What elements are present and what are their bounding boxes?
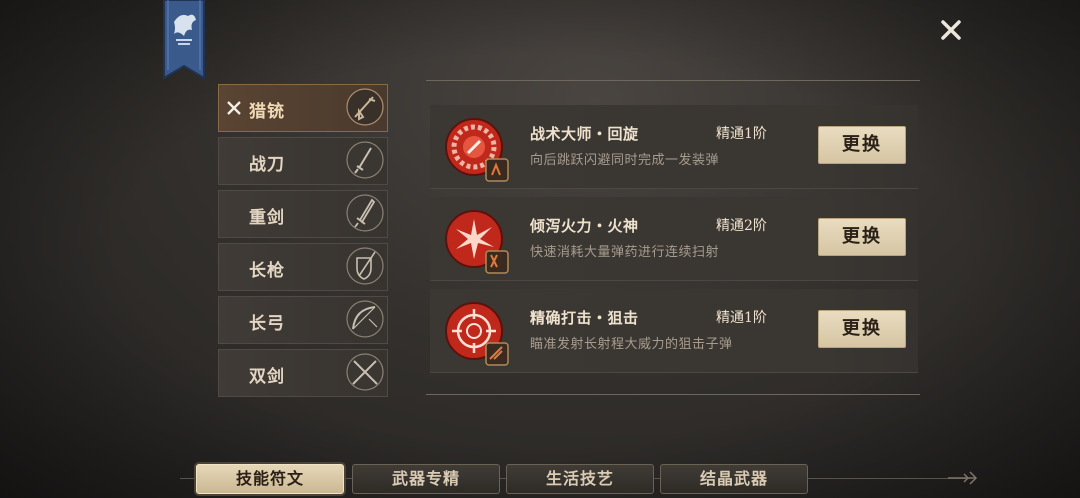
gear-skill-icon [445, 118, 509, 182]
skill-name: 精确打击・狙击 [530, 309, 639, 327]
close-button[interactable] [934, 16, 968, 46]
weapon-label: 重剑 [249, 208, 285, 228]
spear-shield-icon [346, 247, 384, 285]
weapon-item-musket[interactable]: 猎铳 [218, 84, 388, 132]
skill-description: 向后跳跃闪避同时完成一发装弹 [530, 153, 720, 168]
weapon-list: 猎铳 战刀 重剑 长枪 长弓 双剑 [218, 84, 388, 402]
weapon-label: 猎铳 [249, 102, 285, 122]
swap-skill-button[interactable]: 更换 [818, 218, 906, 256]
swap-skill-button[interactable]: 更换 [818, 126, 906, 164]
weapon-item-spear[interactable]: 长枪 [218, 243, 388, 291]
ornament-icon [948, 471, 978, 485]
skill-row[interactable]: 倾泻火力・火神 精通2阶 快速消耗大量弹药进行连续扫射 更换 [430, 197, 918, 281]
weapon-label: 双剑 [249, 367, 285, 387]
burst-skill-icon [445, 210, 509, 274]
tab-life-skills[interactable]: 生活技艺 [506, 464, 654, 494]
skill-name: 倾泻火力・火神 [530, 217, 639, 235]
weapon-item-greatsword[interactable]: 重剑 [218, 190, 388, 238]
guild-banner-icon [163, 0, 205, 80]
weapon-label: 战刀 [249, 155, 285, 175]
crosshair-skill-icon [445, 302, 509, 366]
weapon-label: 长弓 [249, 314, 285, 334]
sword-icon [346, 141, 384, 179]
weapon-item-dual-swords[interactable]: 双剑 [218, 349, 388, 397]
tab-skill-runes[interactable]: 技能符文 [196, 464, 344, 494]
panel-top-divider [426, 80, 920, 81]
skill-description: 瞄准发射长射程大威力的狙击子弹 [530, 337, 733, 352]
swap-skill-button[interactable]: 更换 [818, 310, 906, 348]
skill-row[interactable]: 精确打击・狙击 精通1阶 瞄准发射长射程大威力的狙击子弹 更换 [430, 289, 918, 373]
bottom-tab-bar: 技能符文 武器专精 生活技艺 结晶武器 [0, 460, 1080, 498]
crossed-swords-mark-icon [227, 101, 241, 115]
skill-rank: 精通1阶 [716, 126, 767, 142]
musket-icon [346, 88, 384, 126]
skill-description: 快速消耗大量弹药进行连续扫射 [530, 245, 720, 260]
weapon-item-sword[interactable]: 战刀 [218, 137, 388, 185]
skill-row[interactable]: 战术大师・回旋 精通1阶 向后跳跃闪避同时完成一发装弹 更换 [430, 105, 918, 189]
greatsword-icon [346, 194, 384, 232]
weapon-item-longbow[interactable]: 长弓 [218, 296, 388, 344]
skill-rank: 精通1阶 [716, 310, 767, 326]
tab-crystal-weapon[interactable]: 结晶武器 [660, 464, 808, 494]
dual-swords-icon [346, 353, 384, 391]
weapon-label: 长枪 [249, 261, 285, 281]
panel-bottom-divider [426, 394, 920, 395]
skill-rank: 精通2阶 [716, 218, 767, 234]
longbow-icon [346, 300, 384, 338]
skill-name: 战术大师・回旋 [530, 125, 639, 143]
tab-weapon-mastery[interactable]: 武器专精 [352, 464, 500, 494]
close-icon [941, 20, 961, 40]
